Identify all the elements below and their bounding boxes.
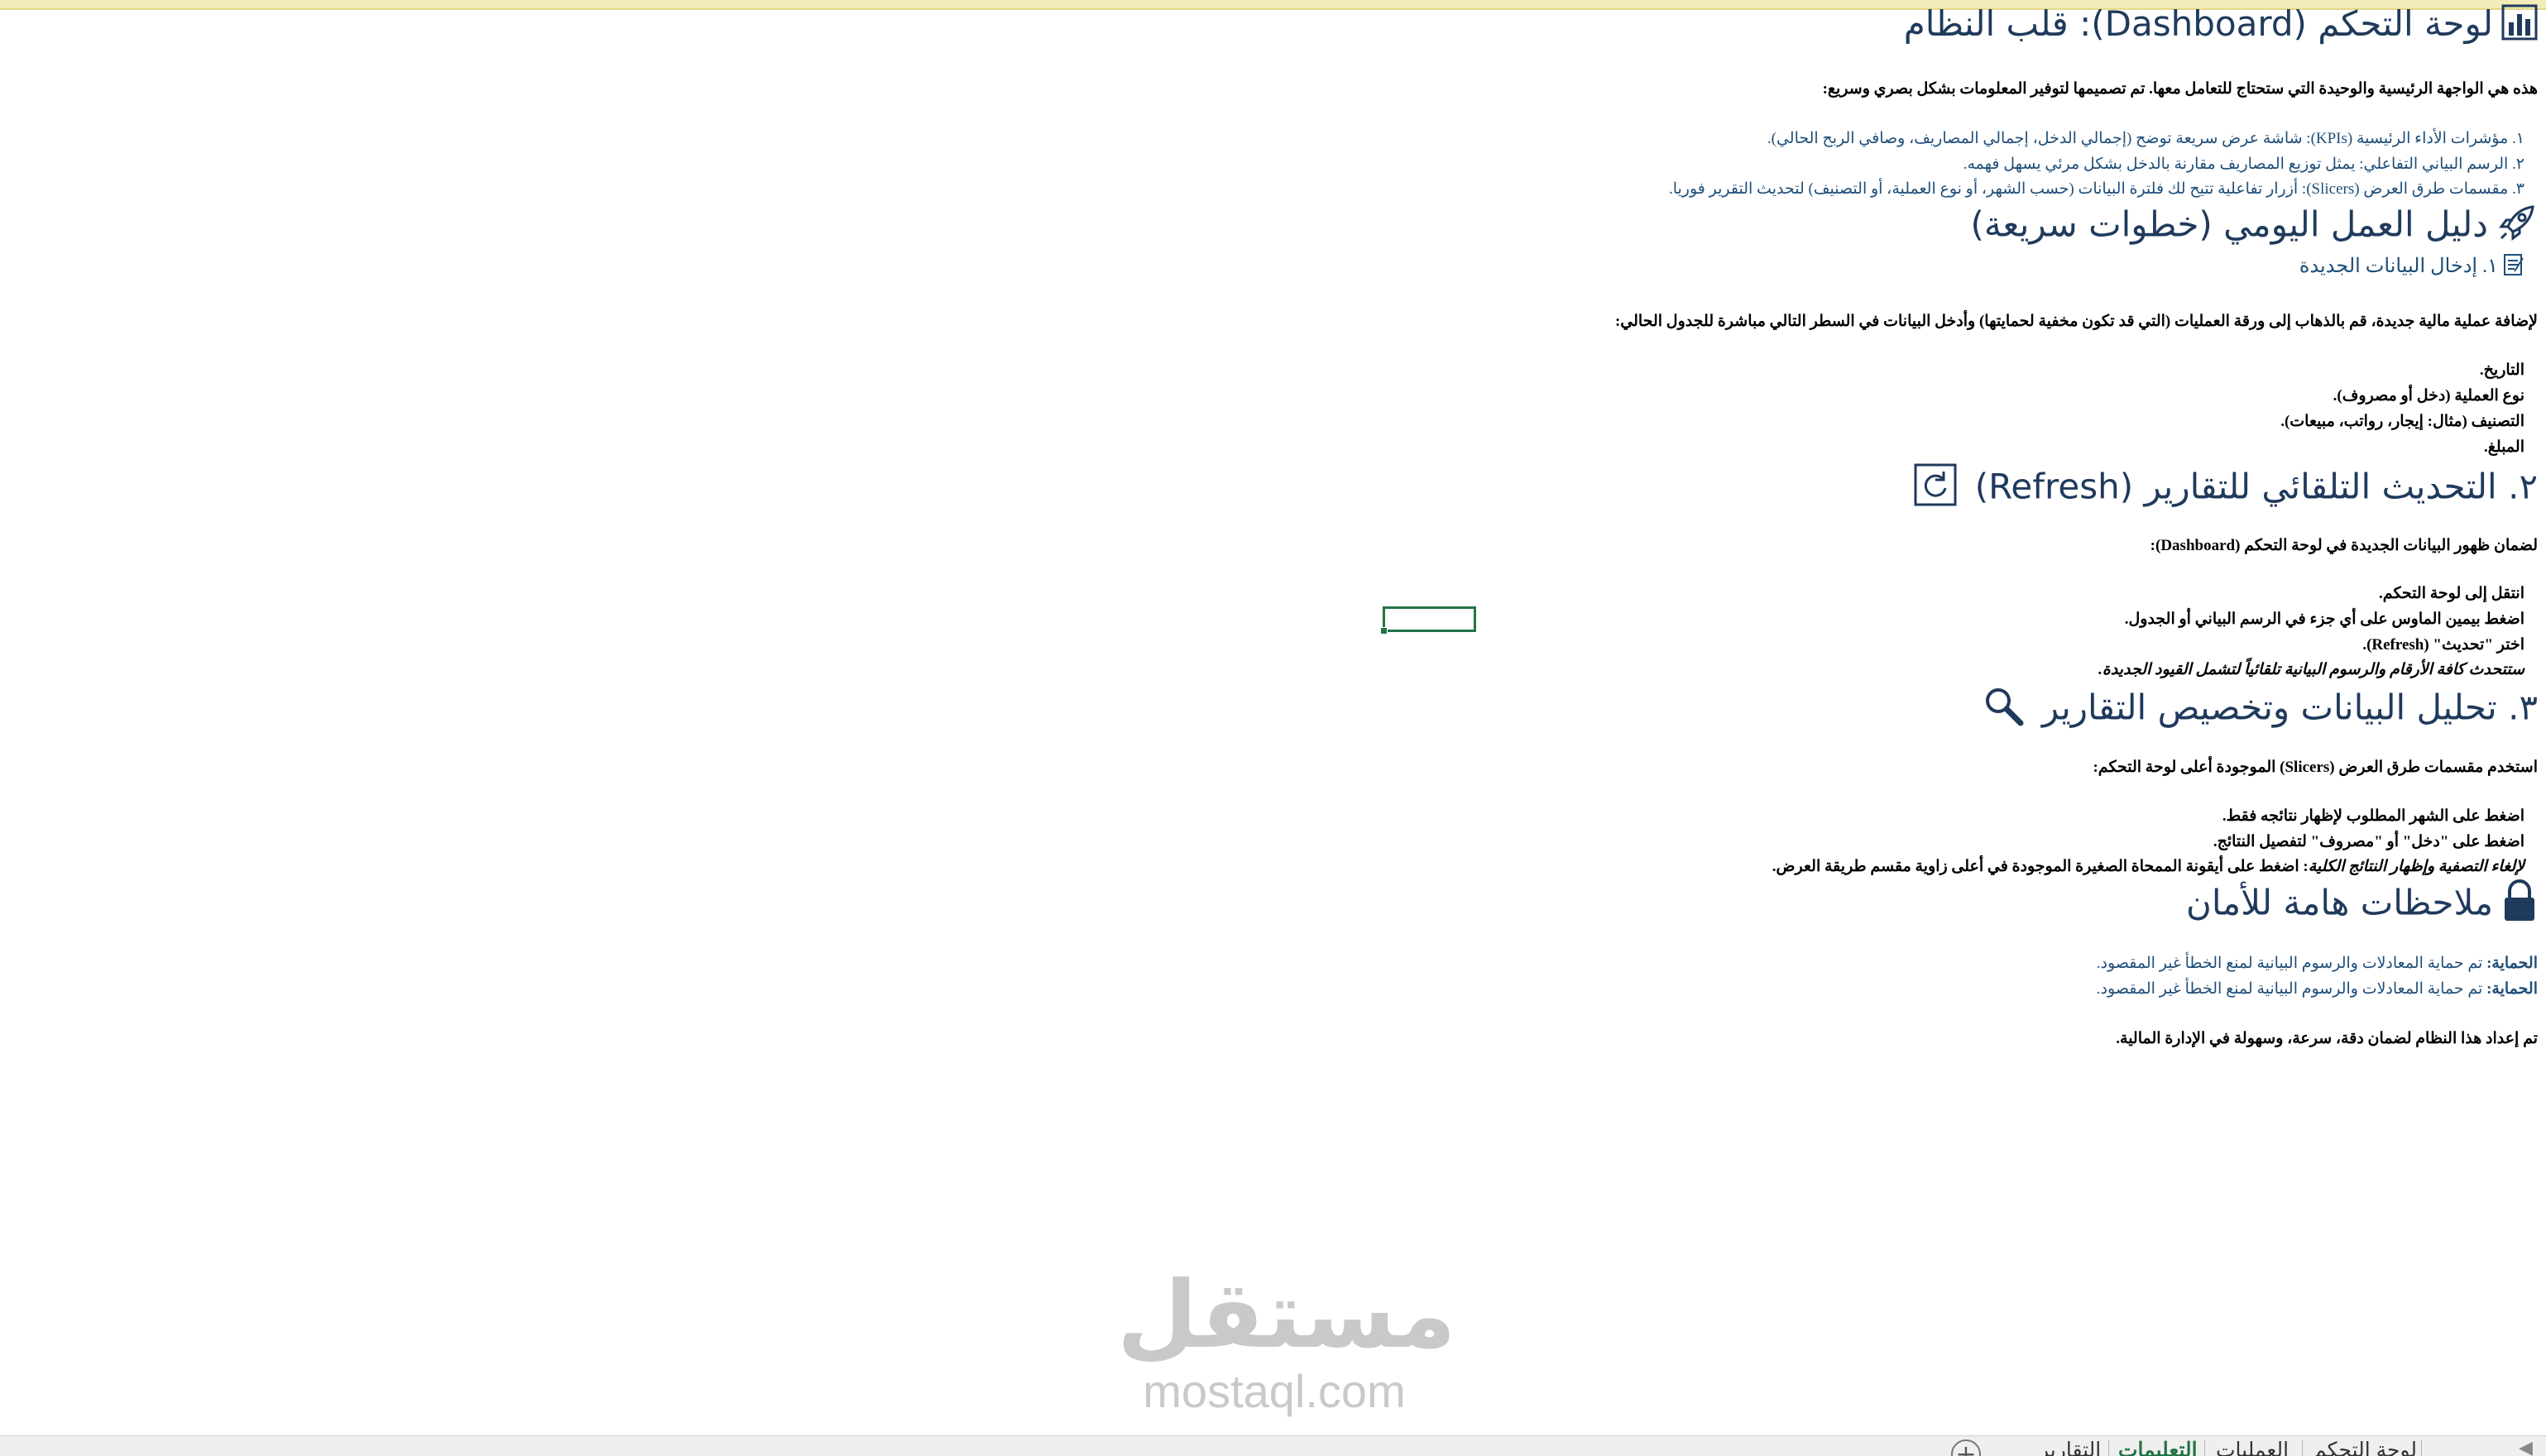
watermark-arabic: مستقل <box>1117 1262 1456 1369</box>
dashboard-item-3: ٣. مقسمات طرق العرض (Slicers): أزرار تفا… <box>1668 180 2524 198</box>
lock-icon <box>2501 879 2538 931</box>
dashboard-intro: هذه هي الواجهة الرئيسية والوحيدة التي ست… <box>1822 80 2538 98</box>
daily-guide-title: دليل العمل اليومي (خطوات سريعة) <box>1970 204 2488 245</box>
analysis-clear-label: لإلغاء التصفية وإظهار النتائج الكلية <box>2308 858 2524 875</box>
refresh-icon <box>1914 463 1957 515</box>
bar-chart-icon <box>2501 4 2538 49</box>
sheet-tab-instructions[interactable]: التعليمات <box>2118 1436 2198 1456</box>
refresh-title: ٢. التحديث التلقائي للتقارير (Refresh) <box>1974 466 2538 507</box>
daily-guide-field-1: التاريخ. <box>2479 362 2524 379</box>
tab-separator <box>2302 1439 2303 1456</box>
daily-guide-intro: لإضافة عملية مالية جديدة، قم بالذهاب إلى… <box>1614 313 2538 330</box>
add-sheet-icon[interactable]: + <box>1951 1439 1981 1456</box>
security-note-1: الحماية: تم حماية المعادلات والرسوم البي… <box>2097 954 2538 973</box>
sheet-tab-operations[interactable]: العمليات <box>2216 1436 2289 1456</box>
security-note-label: الحماية: <box>2486 955 2538 972</box>
dashboard-heading: لوحة التحكم (Dashboard): قلب النظام <box>1904 3 2538 49</box>
refresh-intro: لضمان ظهور البيانات الجديدة في لوحة التح… <box>2150 537 2538 554</box>
security-note-text: تم حماية المعادلات والرسوم البيانية لمنع… <box>2096 955 2487 972</box>
refresh-step-3: اختر "تحديث" (Refresh). <box>2362 636 2524 654</box>
analysis-clear-filter: لإلغاء التصفية وإظهار النتائج الكلية: اض… <box>1772 857 2524 876</box>
sheet-content: لوحة التحكم (Dashboard): قلب النظام هذه … <box>0 0 2546 1439</box>
daily-guide-field-3: التصنيف (مثال: إيجار، رواتب، مبيعات). <box>2280 413 2524 430</box>
analysis-clear-text: : اضغط على أيقونة الممحاة الصغيرة الموجو… <box>1772 858 2309 875</box>
security-heading: ملاحظات هامة للأمان <box>2186 879 2538 931</box>
sheet-tab-reports[interactable]: التقارير <box>2039 1436 2101 1456</box>
daily-guide-subtitle-text: ١. إدخال البيانات الجديدة <box>2299 256 2498 278</box>
refresh-heading: ٢. التحديث التلقائي للتقارير (Refresh) <box>1914 463 2538 515</box>
dashboard-title: لوحة التحكم (Dashboard): قلب النظام <box>1903 3 2493 44</box>
memo-icon <box>2503 253 2524 282</box>
refresh-note: ستتحدث كافة الأرقام والرسوم البيانية تلق… <box>2098 661 2524 678</box>
refresh-step-1: انتقل إلى لوحة التحكم. <box>2379 585 2524 602</box>
selected-cell[interactable] <box>1380 606 1476 635</box>
security-note-label: الحماية: <box>2486 980 2538 998</box>
analysis-heading: ٣. تحليل البيانات وتخصيص التقارير <box>1983 685 2538 735</box>
security-title: ملاحظات هامة للأمان <box>2186 882 2493 923</box>
dashboard-item-2: ٢. الرسم البياني التفاعلي: يمثل توزيع ال… <box>1963 156 2524 173</box>
magnifier-icon <box>1983 685 2024 735</box>
fill-handle[interactable] <box>1380 627 1388 635</box>
closing-text: تم إعداد هذا النظام لضمان دقة، سرعة، وسه… <box>2116 1030 2538 1047</box>
security-note-2: الحماية: تم حماية المعادلات والرسوم البي… <box>2097 979 2538 999</box>
analysis-intro: استخدم مقسمات طرق العرض (Slicers) الموجو… <box>2093 759 2538 776</box>
rocket-icon <box>2496 202 2538 251</box>
daily-guide-heading: دليل العمل اليومي (خطوات سريعة) <box>1971 202 2538 251</box>
watermark-latin: mostaql.com <box>1143 1365 1406 1417</box>
analysis-step-1: اضغط على الشهر المطلوب لإظهار نتائجه فقط… <box>2222 807 2524 825</box>
analysis-title: ٣. تحليل البيانات وتخصيص التقارير <box>2041 687 2538 728</box>
tab-separator <box>2108 1439 2109 1456</box>
refresh-step-2: اضغط بيمين الماوس على أي جزء في الرسم ال… <box>2124 611 2524 628</box>
daily-guide-field-2: نوع العملية (دخل أو مصروف). <box>2333 387 2524 405</box>
watermark-logo: مستقل mostaql.com <box>1117 1262 1456 1423</box>
sheet-tab-dashboard[interactable]: لوحة التحكم <box>2313 1436 2417 1456</box>
analysis-step-2: اضغط على "دخل" أو "مصروف" لتفصيل النتائج… <box>2213 833 2524 850</box>
daily-guide-field-4: المبلغ. <box>2484 438 2524 456</box>
tab-separator <box>2204 1439 2205 1456</box>
daily-guide-subtitle: ١. إدخال البيانات الجديدة <box>2299 253 2524 282</box>
security-note-text: تم حماية المعادلات والرسوم البيانية لمنع… <box>2096 980 2487 998</box>
dashboard-item-1: ١. مؤشرات الأداء الرئيسية (KPIs): شاشة ع… <box>1767 130 2524 147</box>
tab-separator <box>2421 1439 2422 1456</box>
sheet-tab-bar: + التقارير التعليمات العمليات لوحة التحك… <box>0 1435 2546 1456</box>
scroll-tabs-arrow-icon[interactable]: ◀ <box>2519 1438 2533 1456</box>
